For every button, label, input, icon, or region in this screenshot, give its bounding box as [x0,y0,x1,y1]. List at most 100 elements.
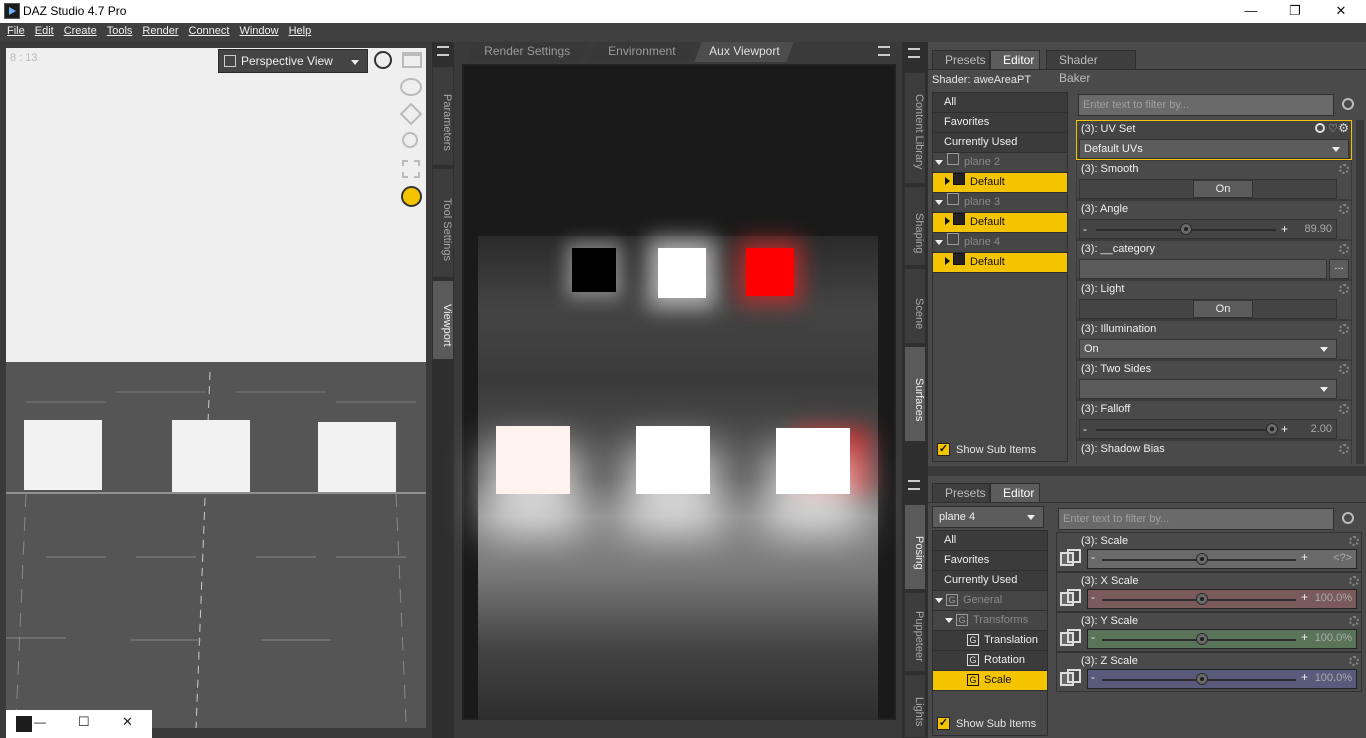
expand-icon[interactable] [945,177,950,185]
minus-icon[interactable]: - [1083,222,1087,236]
tab-lights[interactable]: Lights [904,674,926,738]
tab-surfaces[interactable]: Surfaces [904,346,926,442]
plus-icon[interactable]: + [1301,670,1308,684]
gear-icon[interactable] [1339,404,1349,414]
smooth-value[interactable]: On [1193,180,1253,198]
gear-icon[interactable] [1339,444,1349,454]
tab-puppeteer[interactable]: Puppeteer [904,592,926,672]
y-scale-value[interactable]: 100.0% [1315,632,1352,644]
menu-connect[interactable]: Connect [184,23,235,42]
view-mode-dropdown[interactable]: Perspective View [218,49,368,73]
tree-currently-used[interactable]: Currently Used [933,133,1067,153]
tab-editor[interactable]: Editor [990,483,1040,502]
tree-node-plane-2[interactable]: plane 2 [933,153,1067,173]
link-scale-icon[interactable] [1059,668,1081,688]
menu-window[interactable]: Window [234,23,283,42]
uv-set-dropdown[interactable]: Default UVs [1079,139,1349,159]
angle-slider[interactable]: - +89.90 [1079,219,1337,239]
expand-icon[interactable] [935,598,943,603]
gear-icon[interactable] [1349,616,1359,626]
menu-help[interactable]: Help [284,23,317,42]
link-scale-icon[interactable] [1059,628,1081,648]
tree-all[interactable]: All [933,93,1067,113]
tree-surface-default[interactable]: Default [933,253,1067,273]
tree-favorites[interactable]: Favorites [933,551,1047,571]
tab-presets[interactable]: Presets [932,50,990,69]
gear-icon[interactable]: ⚙ [1338,121,1349,135]
minus-icon[interactable]: - [1091,630,1095,644]
tab-editor[interactable]: Editor [990,50,1040,69]
minus-icon[interactable]: - [1091,550,1095,564]
plus-icon[interactable]: + [1301,630,1308,644]
tree-node-plane-3[interactable]: plane 3 [933,193,1067,213]
expand-icon[interactable] [945,618,953,623]
viewport-ground[interactable] [6,362,426,728]
slider-knob[interactable] [1180,223,1192,235]
tree-all[interactable]: All [933,531,1047,551]
category-browse-button[interactable]: ... [1329,259,1349,279]
node-select-dropdown[interactable]: plane 4 [932,506,1044,528]
gear-icon[interactable] [1339,244,1349,254]
menu-create[interactable]: Create [59,23,102,42]
taskbar-restore[interactable]: ☐ [78,714,90,730]
checkbox-checked[interactable]: ✓ [937,443,950,456]
angle-value[interactable]: 89.90 [1304,223,1332,235]
link-scale-icon[interactable] [1059,548,1081,568]
light-value[interactable]: On [1193,300,1253,318]
scale-slider[interactable]: - + <?> [1087,549,1357,569]
orbit-camera-icon[interactable] [400,78,422,96]
gear-icon[interactable] [1349,536,1359,546]
minus-icon[interactable]: - [1091,670,1095,684]
tree-node-plane-4[interactable]: plane 4 [933,233,1067,253]
slider-knob[interactable] [1196,633,1208,645]
viewport-options-icon[interactable] [402,52,422,68]
slider-knob[interactable] [1266,423,1279,435]
tree-scale[interactable]: G Scale [933,671,1047,691]
viewport-sky[interactable] [6,48,426,362]
frame-camera-icon[interactable] [402,160,420,178]
tab-shader-baker[interactable]: Shader Baker [1046,50,1136,85]
link-scale-icon[interactable] [1059,588,1081,608]
tab-scene[interactable]: Scene [904,268,926,344]
tree-currently-used[interactable]: Currently Used [933,571,1047,591]
menu-render[interactable]: Render [137,23,183,42]
gear-icon[interactable] [1339,204,1349,214]
gear-icon[interactable] [1349,656,1359,666]
dock-menu-icon[interactable] [437,46,449,56]
dock-menu-icon[interactable] [878,46,890,56]
pane-splitter[interactable] [928,466,1366,476]
illumination-dropdown[interactable]: On [1079,339,1337,359]
menu-file[interactable]: File [2,23,30,42]
expand-icon[interactable] [935,240,943,245]
x-scale-slider[interactable]: - +100.0% [1087,589,1357,609]
tree-translation[interactable]: G Translation [933,631,1047,651]
gear-icon[interactable] [1339,364,1349,374]
menu-tools[interactable]: Tools [102,23,138,42]
scrollbar[interactable] [1356,120,1364,464]
tab-content-library[interactable]: Content Library [904,72,926,184]
show-sub-items-toggle[interactable]: ✓ Show Sub Items [937,443,1036,456]
z-scale-value[interactable]: 100.0% [1315,672,1352,684]
expand-icon[interactable] [935,200,943,205]
menu-edit[interactable]: Edit [30,23,59,42]
falloff-value[interactable]: 2.00 [1311,423,1332,435]
tab-environment[interactable]: Environment [588,42,696,62]
tree-surface-default[interactable]: Default [933,173,1067,193]
tree-group-general[interactable]: G General [933,591,1047,611]
taskbar-close[interactable]: ✕ [122,714,133,730]
plus-icon[interactable]: + [1301,590,1308,604]
slider-knob[interactable] [1196,553,1208,565]
close-button[interactable]: ✕ [1318,0,1364,23]
reset-camera-icon[interactable] [401,186,422,207]
restore-button[interactable]: ❐ [1272,0,1318,23]
tab-posing[interactable]: Posing [904,504,926,590]
checkbox-checked[interactable]: ✓ [937,717,950,730]
z-scale-slider[interactable]: - +100.0% [1087,669,1357,689]
expand-icon[interactable] [935,160,943,165]
tree-favorites[interactable]: Favorites [933,113,1067,133]
plane-3-object[interactable] [318,422,396,492]
draw-style-icon[interactable] [374,51,392,69]
tab-aux-viewport[interactable]: Aux Viewport [694,42,794,62]
y-scale-slider[interactable]: - +100.0% [1087,629,1357,649]
expand-icon[interactable] [945,257,950,265]
